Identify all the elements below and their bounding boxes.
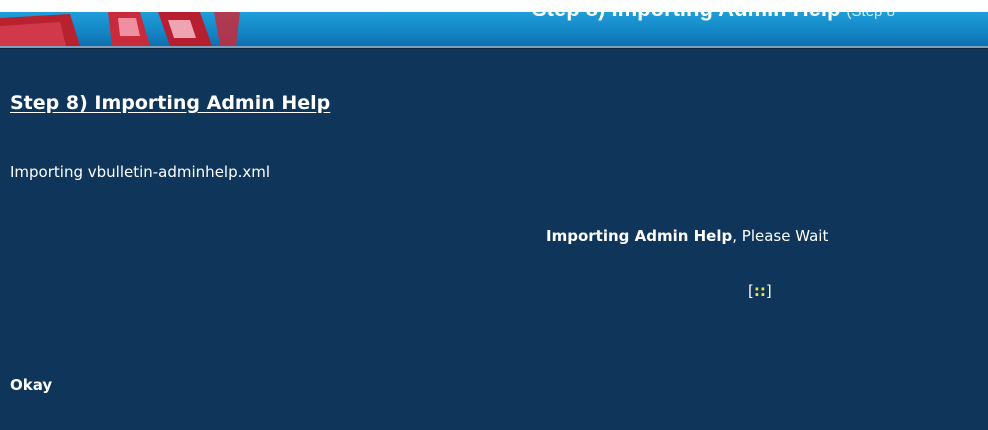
progress-message-bold: Importing Admin Help bbox=[546, 227, 733, 245]
step-heading: Step 8) Importing Admin Help bbox=[10, 92, 331, 114]
okay-status: Okay bbox=[10, 376, 53, 394]
spinner-dots-icon: :: bbox=[753, 282, 766, 300]
vbulletin-logo bbox=[0, 12, 240, 46]
progress-message: Importing Admin Help, Please Wait bbox=[546, 227, 828, 245]
header-divider-shadow bbox=[0, 48, 988, 49]
header-title-text: Step 8) Importing Admin Help bbox=[532, 12, 840, 21]
header-title: Step 8) Importing Admin Help (Step 8 bbox=[532, 12, 895, 22]
progress-spinner: [::] bbox=[748, 282, 772, 300]
header-step-hint: (Step 8 bbox=[847, 12, 895, 20]
installer-header: Step 8) Importing Admin Help (Step 8 bbox=[0, 12, 988, 46]
spinner-close-bracket: ] bbox=[765, 282, 772, 300]
import-status-text: Importing vbulletin-adminhelp.xml bbox=[10, 163, 271, 181]
window-top-strip bbox=[0, 0, 988, 12]
progress-message-rest: , Please Wait bbox=[732, 227, 829, 245]
